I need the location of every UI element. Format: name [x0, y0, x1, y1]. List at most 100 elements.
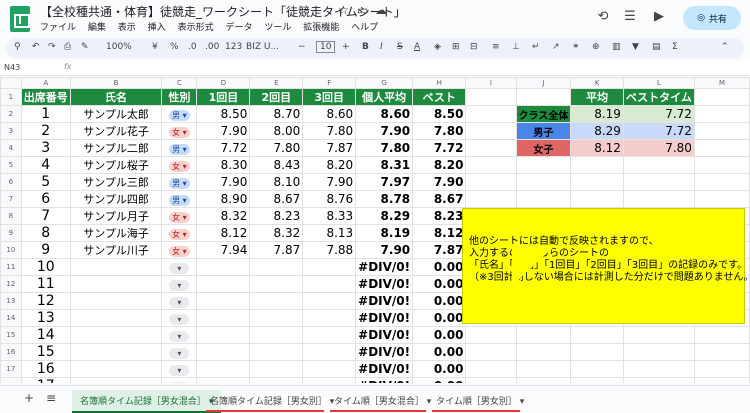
sex-chip[interactable]: ▾: [169, 381, 190, 383]
time2-cell[interactable]: 8.70: [249, 105, 304, 123]
cell[interactable]: [465, 343, 517, 361]
header-cell[interactable]: 3回目: [302, 88, 357, 106]
add-sheet-icon[interactable]: +: [24, 391, 34, 405]
average-cell[interactable]: 8.78: [355, 190, 414, 208]
summary-best[interactable]: 7.72: [622, 105, 695, 123]
name-cell[interactable]: サンプル太郎: [69, 105, 163, 123]
sex-dropdown-cell[interactable]: ▾: [161, 343, 198, 361]
share-button[interactable]: ◎ 共有: [683, 6, 741, 30]
average-cell[interactable]: #DIV/0!: [355, 275, 414, 293]
time1-cell[interactable]: 7.94: [196, 241, 251, 259]
time1-cell[interactable]: 7.90: [196, 122, 251, 140]
menu-view[interactable]: 表示: [118, 23, 136, 33]
sex-chip[interactable]: ▾: [169, 279, 190, 291]
tab-name-order-mixed[interactable]: 名簿順タイム記録［男女混合］ ▾: [72, 390, 222, 413]
summary-header-best[interactable]: ベストタイム: [622, 88, 695, 106]
time3-cell[interactable]: 8.13: [302, 224, 357, 242]
attendance-number-cell[interactable]: 13: [20, 309, 71, 327]
sex-dropdown-cell[interactable]: 女 ▾: [161, 207, 198, 225]
time1-cell[interactable]: [196, 343, 251, 361]
cell[interactable]: [570, 343, 624, 361]
column-header[interactable]: J: [515, 77, 572, 89]
time1-cell[interactable]: 8.50: [196, 105, 251, 123]
filter-icon[interactable]: ▼: [632, 42, 639, 52]
time2-cell[interactable]: [249, 326, 304, 344]
summary-label[interactable]: 女子: [515, 139, 572, 157]
time2-cell[interactable]: [249, 377, 304, 383]
paint-format-icon[interactable]: ✎: [81, 42, 89, 52]
sex-dropdown-cell[interactable]: 男 ▾: [161, 139, 198, 157]
time1-cell[interactable]: 8.30: [196, 156, 251, 174]
menu-data[interactable]: データ: [225, 23, 252, 33]
text-rotate-icon[interactable]: ↗: [552, 42, 560, 52]
cell[interactable]: [693, 343, 750, 361]
attendance-number-cell[interactable]: 5: [20, 173, 71, 191]
time1-cell[interactable]: 8.32: [196, 207, 251, 225]
spreadsheet-grid[interactable]: A B C D E F G H I J K L M 1 出席番号 氏名 性別 1回目 2回目 3回目 個人平均 ベスト 平均…: [0, 77, 750, 383]
name-cell[interactable]: [69, 292, 163, 310]
summary-best[interactable]: 7.72: [622, 122, 695, 140]
time2-cell[interactable]: [249, 275, 304, 293]
cell[interactable]: [570, 156, 624, 174]
horizontal-align-icon[interactable]: ≡: [492, 42, 500, 52]
column-header[interactable]: G: [355, 77, 414, 89]
time3-cell[interactable]: [302, 326, 357, 344]
column-header[interactable]: C: [161, 77, 198, 89]
column-header[interactable]: M: [693, 77, 750, 89]
name-box[interactable]: N43: [4, 63, 20, 72]
cell[interactable]: [693, 173, 750, 191]
column-header[interactable]: K: [570, 77, 624, 89]
time1-cell[interactable]: [196, 258, 251, 276]
fill-color-icon[interactable]: ◈: [434, 42, 441, 52]
redo-icon[interactable]: ↷: [48, 42, 56, 52]
row-header[interactable]: 17: [0, 360, 22, 378]
column-header[interactable]: F: [302, 77, 357, 89]
sex-chip[interactable]: 女 ▾: [169, 160, 190, 172]
cell[interactable]: [465, 326, 517, 344]
time1-cell[interactable]: 8.12: [196, 224, 251, 242]
header-cell[interactable]: ベスト: [412, 88, 467, 106]
cell[interactable]: [465, 105, 517, 123]
tab-time-order-mixed[interactable]: タイム順［男女混合］ ▾: [334, 394, 431, 407]
name-cell[interactable]: サンプル二郎: [69, 139, 163, 157]
attendance-number-cell[interactable]: 7: [20, 207, 71, 225]
cell[interactable]: [465, 156, 517, 174]
format-123-button[interactable]: 123: [225, 42, 242, 52]
time3-cell[interactable]: 7.88: [302, 241, 357, 259]
cell[interactable]: [465, 190, 517, 208]
header-cell[interactable]: 性別: [161, 88, 198, 106]
row-header[interactable]: 1: [0, 88, 22, 106]
cell[interactable]: [622, 360, 695, 378]
select-all-corner[interactable]: [0, 77, 22, 89]
time3-cell[interactable]: [302, 258, 357, 276]
history-icon[interactable]: ⟲: [594, 8, 612, 26]
row-header[interactable]: 15: [0, 326, 22, 344]
cell[interactable]: [622, 173, 695, 191]
best-cell[interactable]: 0.00: [412, 343, 467, 361]
cell[interactable]: [693, 122, 750, 140]
menu-insert[interactable]: 挿入: [148, 23, 166, 33]
average-cell[interactable]: #DIV/0!: [355, 258, 414, 276]
sex-dropdown-cell[interactable]: ▾: [161, 258, 198, 276]
average-cell[interactable]: 7.90: [355, 122, 414, 140]
sex-dropdown-cell[interactable]: ▾: [161, 309, 198, 327]
menu-file[interactable]: ファイル: [40, 23, 76, 33]
insert-link-icon[interactable]: ⚭: [572, 42, 580, 52]
sex-dropdown-cell[interactable]: ▾: [161, 292, 198, 310]
sex-dropdown-cell[interactable]: ▾: [161, 326, 198, 344]
attendance-number-cell[interactable]: 11: [20, 275, 71, 293]
time3-cell[interactable]: 8.60: [302, 105, 357, 123]
time2-cell[interactable]: [249, 292, 304, 310]
cell[interactable]: [622, 326, 695, 344]
attendance-number-cell[interactable]: 6: [20, 190, 71, 208]
cell[interactable]: [515, 88, 572, 106]
column-header[interactable]: H: [412, 77, 467, 89]
bold-button[interactable]: B: [362, 42, 369, 52]
cell[interactable]: [515, 360, 572, 378]
best-cell[interactable]: 7.72: [412, 139, 467, 157]
time2-cell[interactable]: 7.87: [249, 241, 304, 259]
time2-cell[interactable]: [249, 343, 304, 361]
average-cell[interactable]: #DIV/0!: [355, 326, 414, 344]
attendance-number-cell[interactable]: 14: [20, 326, 71, 344]
time3-cell[interactable]: [302, 275, 357, 293]
